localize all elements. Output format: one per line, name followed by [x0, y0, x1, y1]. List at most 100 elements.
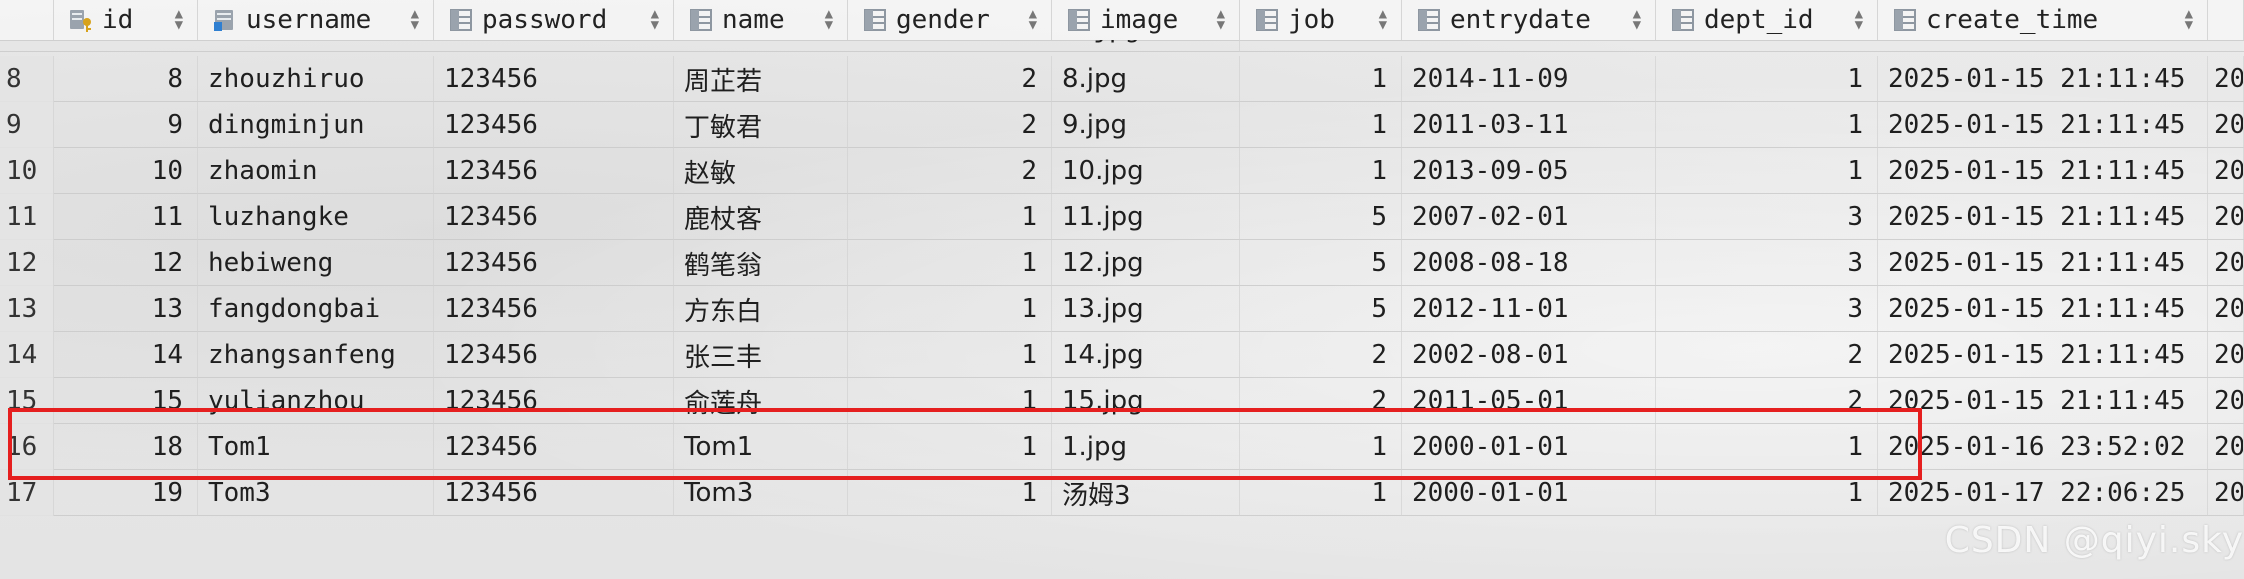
create_time-cell[interactable]: 2025-01-15 21:11:45: [1878, 56, 2208, 102]
row-number[interactable]: 9: [0, 102, 54, 148]
password-cell[interactable]: 123456: [434, 240, 674, 286]
overflow-cell[interactable]: 20: [2208, 102, 2244, 148]
job-cell[interactable]: 1: [1240, 102, 1402, 148]
column-header-image[interactable]: image ▲ ▼: [1052, 0, 1240, 40]
name-cell[interactable]: 鹤笔翁: [674, 240, 848, 286]
partial-image-cell[interactable]: 7.jpg: [1052, 40, 1240, 52]
sort-icon[interactable]: ▲ ▼: [1029, 7, 1037, 32]
column-header-create_time[interactable]: create_time ▲ ▼: [1878, 0, 2208, 40]
column-header-username[interactable]: username ▲ ▼: [198, 0, 434, 40]
dept_id-cell[interactable]: 1: [1656, 148, 1878, 194]
name-cell[interactable]: 周芷若: [674, 56, 848, 102]
dept_id-cell[interactable]: 1: [1656, 102, 1878, 148]
name-cell[interactable]: 丁敏君: [674, 102, 848, 148]
entrydate-cell[interactable]: 2012-11-01: [1402, 286, 1656, 332]
create_time-cell[interactable]: 2025-01-15 21:11:45: [1878, 102, 2208, 148]
overflow-cell[interactable]: 20: [2208, 332, 2244, 378]
column-header-dept_id[interactable]: dept_id ▲ ▼: [1656, 0, 1878, 40]
row-number[interactable]: 8: [0, 56, 54, 102]
password-cell[interactable]: 123456: [434, 194, 674, 240]
password-cell[interactable]: 123456: [434, 148, 674, 194]
dept_id-cell[interactable]: 3: [1656, 240, 1878, 286]
table-row[interactable]: 9 9 dingminjun 123456 丁敏君 2 9.jpg 1 2011-03-11 1 2…: [0, 102, 2244, 148]
name-cell[interactable]: 赵敏: [674, 148, 848, 194]
gender-cell[interactable]: 1: [848, 194, 1052, 240]
table-row[interactable]: 13 13 fangdongbai 123456 方东白 1 13.jpg 5 2012-11-…: [0, 286, 2244, 332]
sort-icon[interactable]: ▲ ▼: [175, 7, 183, 32]
column-header-password[interactable]: password ▲ ▼: [434, 0, 674, 40]
password-cell[interactable]: 123456: [434, 102, 674, 148]
overflow-cell[interactable]: 20: [2208, 56, 2244, 102]
sort-icon[interactable]: ▲ ▼: [411, 7, 419, 32]
id-cell[interactable]: 12: [54, 240, 198, 286]
entrydate-cell[interactable]: 2011-03-11: [1402, 102, 1656, 148]
table-row[interactable]: 12 12 hebiweng 123456 鹤笔翁 1 12.jpg 5 2008-08-18 3…: [0, 240, 2244, 286]
create_time-cell[interactable]: 2025-01-16 23:52:02: [1878, 424, 2208, 470]
column-header-entrydate[interactable]: entrydate ▲ ▼: [1402, 0, 1656, 40]
column-header-job[interactable]: job ▲ ▼: [1240, 0, 1402, 40]
column-header-gender[interactable]: gender ▲ ▼: [848, 0, 1052, 40]
sort-icon[interactable]: ▲ ▼: [2185, 7, 2193, 32]
image-cell[interactable]: 11.jpg: [1052, 194, 1240, 240]
overflow-cell[interactable]: 20: [2208, 424, 2244, 470]
gender-cell[interactable]: 1: [848, 240, 1052, 286]
id-cell[interactable]: 10: [54, 148, 198, 194]
dept_id-cell[interactable]: 3: [1656, 286, 1878, 332]
row-number[interactable]: 10: [0, 148, 54, 194]
job-cell[interactable]: 5: [1240, 286, 1402, 332]
image-cell[interactable]: 10.jpg: [1052, 148, 1240, 194]
username-cell[interactable]: zhouzhiruo: [198, 56, 434, 102]
create_time-cell[interactable]: 2025-01-15 21:11:45: [1878, 286, 2208, 332]
table-row[interactable]: 11 11 luzhangke 123456 鹿杖客 1 11.jpg 5 2007-02-01…: [0, 194, 2244, 240]
password-cell[interactable]: 123456: [434, 56, 674, 102]
id-cell[interactable]: 11: [54, 194, 198, 240]
row-number[interactable]: 12: [0, 240, 54, 286]
entrydate-cell[interactable]: 2013-09-05: [1402, 148, 1656, 194]
job-cell[interactable]: 5: [1240, 240, 1402, 286]
sort-icon[interactable]: ▲ ▼: [1217, 7, 1225, 32]
create_time-cell[interactable]: 2025-01-15 21:11:45: [1878, 240, 2208, 286]
id-cell[interactable]: 14: [54, 332, 198, 378]
job-cell[interactable]: 5: [1240, 194, 1402, 240]
entrydate-cell[interactable]: 2007-02-01: [1402, 194, 1656, 240]
table-row[interactable]: 8 8 zhouzhiruo 123456 周芷若 2 8.jpg 1 2014-11-09 1 2…: [0, 56, 2244, 102]
sort-icon[interactable]: ▲ ▼: [651, 7, 659, 32]
column-header-overflow[interactable]: [2208, 0, 2244, 40]
image-cell[interactable]: 8.jpg: [1052, 56, 1240, 102]
create_time-cell[interactable]: 2025-01-15 21:11:45: [1878, 378, 2208, 424]
entrydate-cell[interactable]: 2008-08-18: [1402, 240, 1656, 286]
create_time-cell[interactable]: 2025-01-15 21:11:45: [1878, 332, 2208, 378]
row-number[interactable]: 14: [0, 332, 54, 378]
create_time-cell[interactable]: 2025-01-15 21:11:45: [1878, 148, 2208, 194]
dept_id-cell[interactable]: 3: [1656, 194, 1878, 240]
job-cell[interactable]: 1: [1240, 56, 1402, 102]
name-cell[interactable]: 鹿杖客: [674, 194, 848, 240]
image-cell[interactable]: 13.jpg: [1052, 286, 1240, 332]
table-row[interactable]: 14 14 zhangsanfeng 123456 张三丰 1 14.jpg 2 2002-08…: [0, 332, 2244, 378]
password-cell[interactable]: 123456: [434, 286, 674, 332]
overflow-cell[interactable]: 20: [2208, 470, 2244, 516]
entrydate-cell[interactable]: 2014-11-09: [1402, 56, 1656, 102]
row-number[interactable]: 11: [0, 194, 54, 240]
username-cell[interactable]: fangdongbai: [198, 286, 434, 332]
image-cell[interactable]: 12.jpg: [1052, 240, 1240, 286]
overflow-cell[interactable]: 20: [2208, 240, 2244, 286]
overflow-cell[interactable]: 20: [2208, 286, 2244, 332]
column-header-id[interactable]: id ▲ ▼: [54, 0, 198, 40]
image-cell[interactable]: 14.jpg: [1052, 332, 1240, 378]
sort-icon[interactable]: ▲ ▼: [1633, 7, 1641, 32]
username-cell[interactable]: luzhangke: [198, 194, 434, 240]
overflow-cell[interactable]: 20: [2208, 148, 2244, 194]
sort-icon[interactable]: ▲ ▼: [1855, 7, 1863, 32]
job-cell[interactable]: 2: [1240, 332, 1402, 378]
column-header-name[interactable]: name ▲ ▼: [674, 0, 848, 40]
overflow-cell[interactable]: 20: [2208, 378, 2244, 424]
entrydate-cell[interactable]: 2002-08-01: [1402, 332, 1656, 378]
job-cell[interactable]: 1: [1240, 148, 1402, 194]
gender-cell[interactable]: 2: [848, 148, 1052, 194]
name-cell[interactable]: 方东白: [674, 286, 848, 332]
username-cell[interactable]: dingminjun: [198, 102, 434, 148]
overflow-cell[interactable]: 20: [2208, 194, 2244, 240]
id-cell[interactable]: 9: [54, 102, 198, 148]
gender-cell[interactable]: 1: [848, 332, 1052, 378]
